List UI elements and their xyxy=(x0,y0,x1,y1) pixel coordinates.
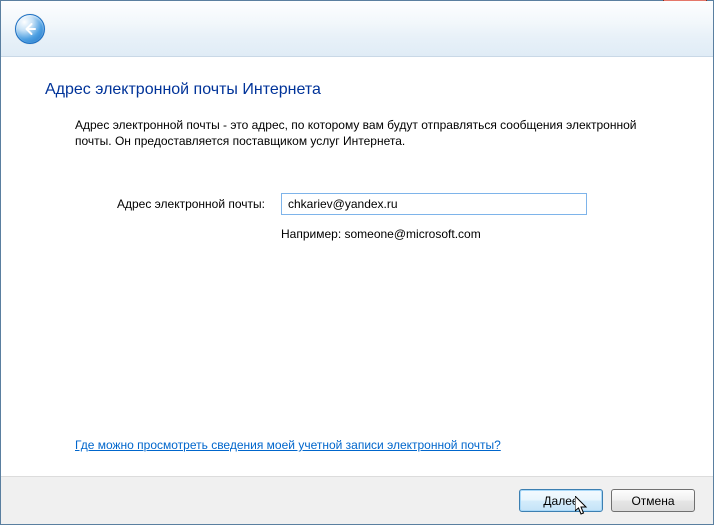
help-link[interactable]: Где можно просмотреть сведения моей учет… xyxy=(45,438,669,452)
footer: Далее Отмена xyxy=(1,476,713,524)
next-button[interactable]: Далее xyxy=(519,489,603,512)
wizard-window: Адрес электронной почты Интернета Адрес … xyxy=(0,0,714,525)
cancel-button[interactable]: Отмена xyxy=(611,489,695,512)
back-button[interactable] xyxy=(15,14,45,44)
description-text: Адрес электронной почты - это адрес, по … xyxy=(45,117,669,149)
page-title: Адрес электронной почты Интернета xyxy=(45,81,669,99)
email-field-row: Адрес электронной почты: xyxy=(45,193,669,215)
content-area: Адрес электронной почты Интернета Адрес … xyxy=(1,57,713,476)
example-text: Например: someone@microsoft.com xyxy=(281,227,481,241)
example-row: Например: someone@microsoft.com xyxy=(45,227,669,241)
header xyxy=(1,1,713,57)
back-arrow-icon xyxy=(22,21,38,37)
email-label: Адрес электронной почты: xyxy=(111,197,281,211)
email-input[interactable] xyxy=(281,193,587,215)
